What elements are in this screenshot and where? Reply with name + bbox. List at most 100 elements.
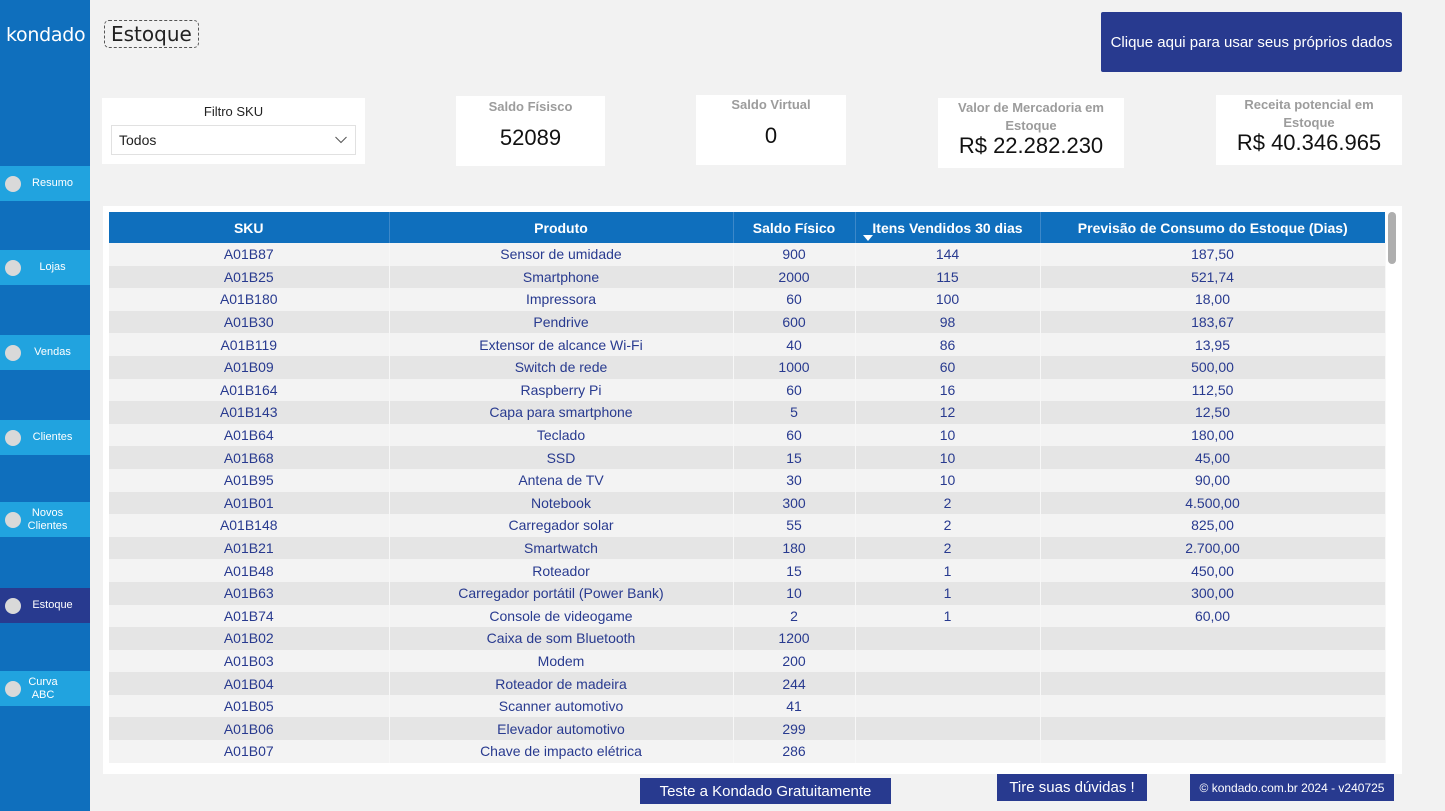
cell-sku: A01B64 (109, 423, 390, 447)
nav-dot-icon (5, 511, 21, 528)
cell-saldo-fisico: 1000 (733, 355, 856, 379)
cell-itens-vendidos (855, 627, 1041, 650)
column-header-label: Itens Vendidos 30 dias (872, 219, 1023, 236)
sidebar-item-lojas[interactable]: Lojas (0, 250, 90, 285)
page-title: Estoque (104, 20, 199, 48)
table-row[interactable]: A01B119 Extensor de alcance Wi-Fi 40 86 13,9… (109, 333, 1386, 356)
table-row[interactable]: A01B07 Chave de impacto elétrica 286 (109, 740, 1386, 763)
nav-dot-icon (5, 175, 21, 192)
cell-previsao-consumo: 450,00 (1040, 559, 1386, 582)
table-row[interactable]: A01B164 Raspberry Pi 60 16 112,50 (109, 378, 1386, 402)
sidebar-item-vendas[interactable]: Vendas (0, 335, 90, 370)
cell-previsao-consumo: 13,95 (1040, 333, 1386, 356)
cell-previsao-consumo: 300,00 (1040, 581, 1386, 605)
cell-itens-vendidos: 115 (855, 265, 1041, 289)
use-own-data-button[interactable]: Clique aqui para usar seus próprios dado… (1101, 12, 1402, 72)
cell-saldo-fisico: 2000 (733, 265, 856, 289)
cell-saldo-fisico: 60 (733, 288, 856, 311)
cell-saldo-fisico: 15 (733, 559, 856, 582)
cell-previsao-consumo: 187,50 (1040, 243, 1386, 266)
cell-saldo-fisico: 2 (733, 604, 856, 628)
table-row[interactable]: A01B06 Elevador automotivo 299 (109, 717, 1386, 741)
cell-sku: A01B74 (109, 604, 390, 628)
nav-dot-icon (5, 680, 21, 697)
table-row[interactable]: A01B48 Roteador 15 1 450,00 (109, 559, 1386, 582)
cell-itens-vendidos: 60 (855, 355, 1041, 379)
cell-sku: A01B119 (109, 333, 390, 356)
column-header-sku[interactable]: SKU (109, 212, 390, 243)
cell-saldo-fisico: 1200 (733, 627, 856, 650)
kpi-saldo-fisico: Saldo Físisco 52089 (456, 96, 605, 166)
copyright-link[interactable]: © kondado.com.br 2024 - v240725 (1190, 774, 1394, 801)
cell-produto: Roteador de madeira (389, 672, 734, 695)
table-row[interactable]: A01B02 Caixa de som Bluetooth 1200 (109, 627, 1386, 650)
column-header-itens-vendidos[interactable]: Itens Vendidos 30 dias (855, 212, 1041, 243)
table-row[interactable]: A01B64 Teclado 60 10 180,00 (109, 423, 1386, 447)
table-row[interactable]: A01B30 Pendrive 600 98 183,67 (109, 310, 1386, 334)
column-header-previsao-consumo[interactable]: Previsão de Consumo do Estoque (Dias) (1040, 212, 1385, 243)
cell-previsao-consumo (1040, 649, 1386, 673)
cell-previsao-consumo: 112,50 (1040, 378, 1386, 402)
cell-produto: Smartwatch (389, 536, 734, 560)
sidebar-item-curva-abc[interactable]: Curva ABC (0, 671, 90, 706)
table-row[interactable]: A01B74 Console de videogame 2 1 60,00 (109, 604, 1386, 628)
cell-sku: A01B164 (109, 378, 390, 402)
cell-previsao-consumo (1040, 717, 1386, 741)
cell-produto: Sensor de umidade (389, 243, 734, 266)
kpi-value: 0 (764, 123, 778, 148)
table-row[interactable]: A01B95 Antena de TV 30 10 90,00 (109, 468, 1386, 492)
table-row[interactable]: A01B63 Carregador portátil (Power Bank) 10… (109, 581, 1386, 605)
cell-itens-vendidos (855, 694, 1041, 718)
kpi-value: R$ 40.346.965 (1236, 130, 1382, 155)
cell-sku: A01B87 (109, 243, 390, 266)
sidebar-item-label: Clientes (32, 431, 73, 443)
cell-sku: A01B48 (109, 559, 390, 582)
kpi-receita-potencial: Receita potencial em Estoque R$ 40.346.9… (1216, 95, 1402, 165)
table-row[interactable]: A01B148 Carregador solar 55 2 825,00 (109, 514, 1386, 537)
cell-previsao-consumo: 90,00 (1040, 468, 1386, 492)
table-row[interactable]: A01B05 Scanner automotivo 41 (109, 694, 1386, 718)
sidebar-item-clientes[interactable]: Clientes (0, 420, 90, 455)
cell-itens-vendidos: 10 (855, 468, 1041, 492)
sidebar: kondado Resumo Lojas Vendas Clientes Nov… (0, 0, 90, 811)
cell-itens-vendidos (855, 672, 1041, 695)
cell-previsao-consumo (1040, 627, 1386, 650)
cell-produto: Console de videogame (389, 604, 734, 628)
cell-sku: A01B01 (109, 491, 390, 515)
sidebar-item-resumo[interactable]: Resumo (0, 166, 90, 201)
table-row[interactable]: A01B87 Sensor de umidade 900 144 187,50 (109, 243, 1386, 266)
table-row[interactable]: A01B21 Smartwatch 180 2 2.700,00 (109, 536, 1386, 560)
table-row[interactable]: A01B68 SSD 15 10 45,00 (109, 446, 1386, 469)
sidebar-item-novos-clientes[interactable]: Novos Clientes (0, 502, 90, 537)
cell-produto: Switch de rede (389, 355, 734, 379)
try-kondado-free-button[interactable]: Teste a Kondado Gratuitamente (640, 778, 891, 804)
cell-saldo-fisico: 299 (733, 717, 856, 741)
table-row[interactable]: A01B25 Smartphone 2000 115 521,74 (109, 265, 1386, 289)
column-header-produto[interactable]: Produto (389, 212, 734, 243)
sku-filter-label: Filtro SKU (203, 104, 264, 119)
column-header-saldo-fisico[interactable]: Saldo Físico (733, 212, 856, 243)
table-row[interactable]: A01B03 Modem 200 (109, 649, 1386, 673)
cell-itens-vendidos: 1 (855, 559, 1041, 582)
nav-dot-icon (5, 597, 21, 614)
table-row[interactable]: A01B04 Roteador de madeira 244 (109, 672, 1386, 695)
sidebar-item-label: Estoque (32, 599, 73, 611)
cell-itens-vendidos: 1 (855, 604, 1041, 628)
stock-table: SKU Produto Saldo Físico Itens Vendidos … (103, 206, 1402, 774)
cell-saldo-fisico: 5 (733, 401, 856, 424)
cell-sku: A01B05 (109, 694, 390, 718)
table-row[interactable]: A01B143 Capa para smartphone 5 12 12,50 (109, 401, 1386, 424)
cell-sku: A01B09 (109, 355, 390, 379)
nav-dot-icon (5, 344, 21, 361)
cell-saldo-fisico: 10 (733, 581, 856, 605)
sku-filter-dropdown[interactable]: Todos (111, 125, 356, 155)
table-row[interactable]: A01B01 Notebook 300 2 4.500,00 (109, 491, 1386, 515)
help-button[interactable]: Tire suas dúvidas ! (997, 774, 1147, 801)
cell-itens-vendidos: 10 (855, 423, 1041, 447)
table-scrollbar[interactable] (1388, 212, 1396, 264)
table-row[interactable]: A01B09 Switch de rede 1000 60 500,00 (109, 355, 1386, 379)
sidebar-item-estoque[interactable]: Estoque (0, 588, 90, 623)
cell-sku: A01B07 (109, 740, 390, 763)
table-row[interactable]: A01B180 Impressora 60 100 18,00 (109, 288, 1386, 311)
cell-sku: A01B02 (109, 627, 390, 650)
